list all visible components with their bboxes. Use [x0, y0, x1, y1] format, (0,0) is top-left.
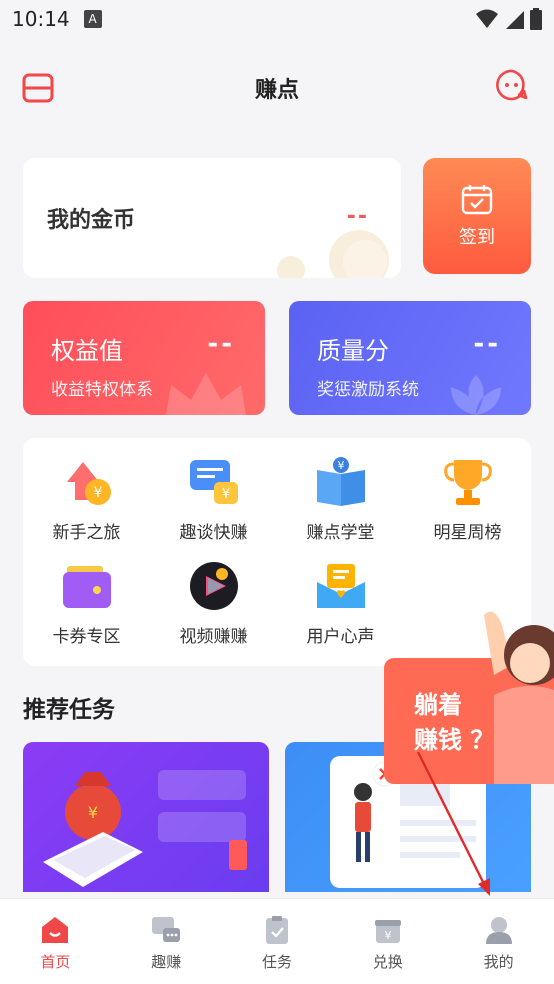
tab-label: 趣赚 [151, 953, 182, 971]
mailbox-icon [316, 564, 365, 608]
grid-item-newbie[interactable]: ¥ 新手之旅 [23, 456, 150, 543]
clipboard-icon [265, 916, 288, 944]
grid-label: 赚点学堂 [306, 523, 375, 543]
rights-title: 权益值 [51, 337, 123, 365]
rights-value-card[interactable]: 权益值 -- 收益特权体系 [23, 301, 265, 415]
svg-text:¥: ¥ [88, 803, 98, 822]
page-title: 赚点 [254, 78, 299, 103]
rights-value: -- [207, 329, 235, 359]
gift-yen-icon: ¥ [374, 920, 401, 943]
rights-subtitle: 收益特权体系 [51, 380, 153, 400]
grid-label: 新手之旅 [52, 523, 121, 543]
app-header: 赚点 [0, 56, 554, 120]
chat-bubbles-icon [152, 917, 181, 942]
arrow-coin-icon: ¥ [66, 462, 111, 505]
quality-score-card[interactable]: 质量分 -- 奖惩激励系统 [289, 301, 531, 415]
grid-label: 用户心声 [306, 627, 375, 647]
grid-item-video-earn[interactable]: 视频赚赚 [150, 560, 277, 647]
grid-label: 卡券专区 [52, 627, 121, 647]
chat-coin-icon: ¥ [189, 460, 238, 504]
coins-label: 我的金币 [47, 208, 136, 233]
recommended-tasks-title: 推荐任务 [23, 697, 115, 723]
crown-icon [166, 373, 246, 415]
menu-icon[interactable] [22, 72, 54, 104]
svg-text:¥: ¥ [384, 929, 391, 942]
home-icon [42, 917, 69, 943]
book-icon: ¥ [316, 457, 365, 506]
quality-value: -- [473, 329, 501, 359]
tab-label: 任务 [261, 953, 292, 971]
svg-text:¥: ¥ [93, 485, 102, 501]
status-time: 10:14 [12, 7, 70, 31]
checkin-button[interactable]: 签到 [423, 158, 531, 274]
tab-home[interactable]: 首页 [0, 899, 111, 984]
message-icon[interactable] [496, 69, 528, 101]
wifi-icon [476, 9, 498, 28]
float-ad-line1: 躺着 [414, 691, 462, 719]
tab-tasks[interactable]: 任务 [222, 899, 333, 984]
user-icon [485, 917, 512, 944]
svg-text:¥: ¥ [221, 487, 229, 502]
svg-text:¥: ¥ [337, 459, 344, 472]
lotus-icon [451, 375, 501, 415]
status-icons [476, 8, 542, 30]
tab-mine[interactable]: 我的 [443, 899, 554, 984]
floating-ad[interactable]: 躺着 赚钱 ？ [384, 605, 554, 785]
grid-label: 明星周榜 [433, 523, 502, 543]
coins-decoration-icon [277, 230, 389, 278]
bottom-tab-bar: 首页 趣赚 任务 ¥ 兑换 我的 [0, 898, 554, 984]
battery-icon [530, 8, 542, 30]
grid-item-academy[interactable]: ¥ 赚点学堂 [277, 456, 404, 543]
tab-label: 首页 [40, 953, 71, 971]
wallet-icon [62, 566, 111, 608]
grid-item-chat-earn[interactable]: ¥ 趣谈快赚 [150, 456, 277, 543]
trophy-icon [443, 460, 492, 505]
grid-item-coupons[interactable]: 卡券专区 [23, 560, 150, 647]
video-coin-icon [189, 562, 238, 610]
tab-label: 我的 [483, 953, 514, 971]
tab-fun-earn[interactable]: 趣赚 [111, 899, 222, 984]
money-bag-illustration-icon: ¥ [43, 770, 247, 887]
grid-label: 趣谈快赚 [179, 523, 248, 543]
tab-label: 兑换 [372, 953, 403, 971]
task-card-purple[interactable]: ¥ [23, 742, 269, 892]
my-coins-card[interactable]: 我的金币 -- [23, 158, 401, 278]
notification-a-icon: A [83, 10, 102, 28]
quality-subtitle: 奖惩激励系统 [317, 380, 419, 400]
quality-title: 质量分 [317, 337, 389, 365]
grid-label: 视频赚赚 [179, 627, 248, 647]
calendar-check-icon [461, 185, 493, 215]
float-ad-line2: 赚钱 ？ [414, 726, 494, 754]
waving-girl-illustration-icon: 躺着 赚钱 ？ [384, 611, 554, 784]
status-bar: 10:14 A [0, 0, 554, 38]
grid-item-star-rank[interactable]: 明星周榜 [404, 456, 531, 543]
checkin-label: 签到 [459, 227, 495, 248]
tab-exchange[interactable]: ¥ 兑换 [332, 899, 443, 984]
signal-icon [506, 11, 524, 29]
